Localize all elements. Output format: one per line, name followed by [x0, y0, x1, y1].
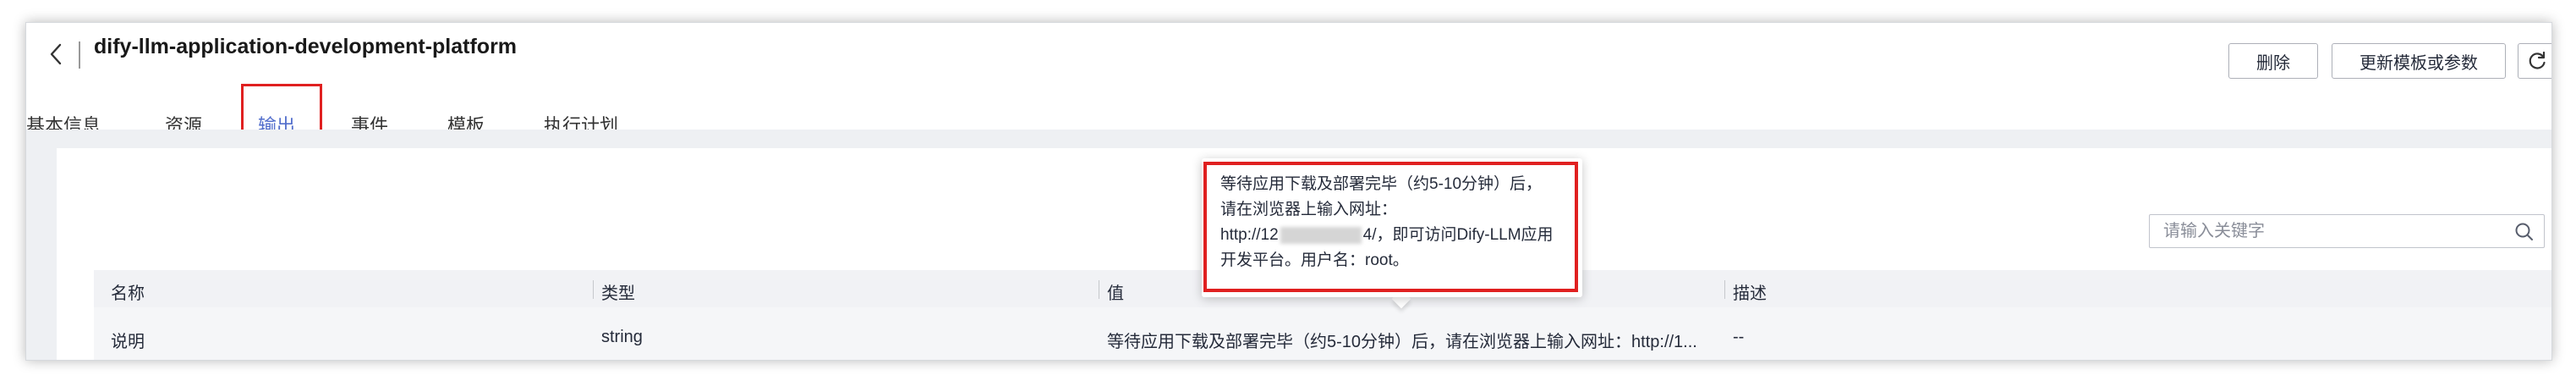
- cell-name: 说明: [111, 333, 145, 351]
- page-header: dify-llm-application-development-platfor…: [26, 23, 2551, 151]
- search-input[interactable]: [2150, 215, 2505, 247]
- column-divider[interactable]: [593, 280, 594, 299]
- page-title: dify-llm-application-development-platfor…: [94, 35, 518, 58]
- refresh-icon: [2529, 51, 2546, 69]
- column-divider[interactable]: [1724, 280, 1725, 299]
- cell-type: string: [601, 328, 643, 346]
- search-box: [2149, 214, 2545, 248]
- column-header-type[interactable]: 类型: [601, 279, 635, 304]
- column-header-name[interactable]: 名称: [111, 279, 145, 304]
- title-divider: [79, 41, 80, 69]
- update-template-button[interactable]: 更新模板或参数: [2332, 43, 2506, 79]
- tooltip-highlight-box: [1203, 162, 1578, 292]
- cell-description: --: [1733, 328, 1745, 346]
- column-header-value[interactable]: 值: [1107, 279, 1124, 304]
- refresh-button[interactable]: [2518, 43, 2551, 79]
- column-header-description[interactable]: 描述: [1733, 279, 1767, 304]
- table-row: 说明 string 等待应用下载及部署完毕（约5-10分钟）后，请在浏览器上输入…: [94, 307, 2551, 360]
- chevron-left-icon: [50, 43, 62, 65]
- search-icon[interactable]: [2513, 221, 2535, 243]
- cell-value[interactable]: 等待应用下载及部署完毕（约5-10分钟）后，请在浏览器上输入网址：http://…: [1107, 328, 1697, 352]
- delete-button[interactable]: 删除: [2228, 43, 2318, 79]
- back-button[interactable]: [41, 36, 70, 72]
- console-window: dify-llm-application-development-platfor…: [25, 22, 2552, 361]
